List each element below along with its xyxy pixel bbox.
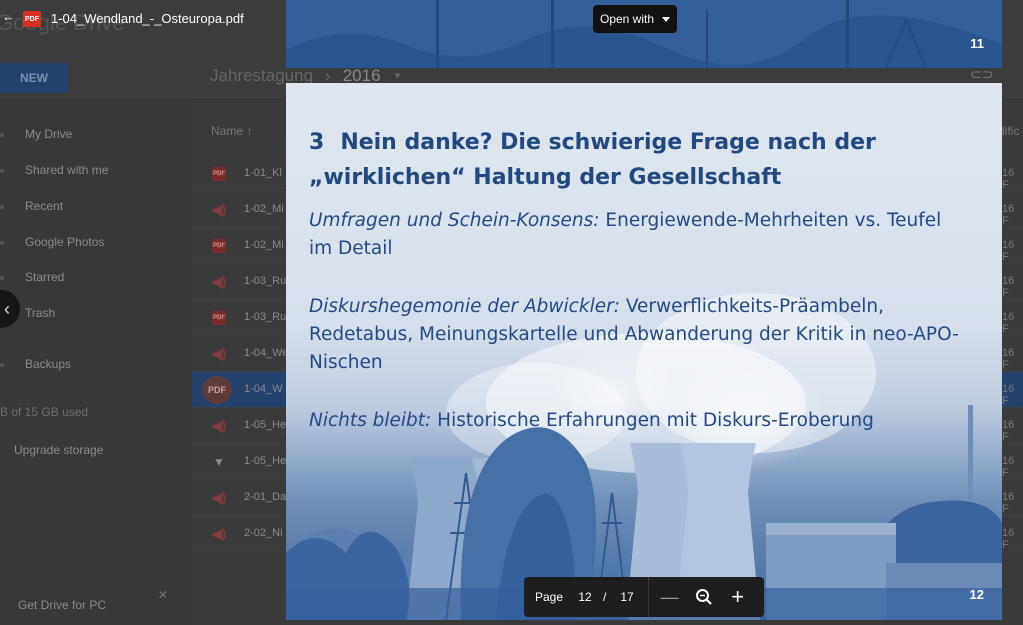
sidebar-item-recent[interactable]: Recent xyxy=(25,199,63,213)
open-with-label: Open with xyxy=(599,12,655,26)
file-name: 1-02_Mi xyxy=(244,203,284,215)
file-modified: 16 F xyxy=(1002,239,1015,263)
file-name: 2-02_Ni xyxy=(244,527,283,539)
upgrade-storage-link[interactable]: Upgrade storage xyxy=(14,443,103,457)
file-name: 1-02_Mi xyxy=(244,239,284,251)
paragraph-lead: Nichts bleibt: xyxy=(309,410,432,431)
close-icon[interactable]: ✕ xyxy=(158,588,168,602)
link-icon[interactable]: ⊂⊃ xyxy=(970,66,993,83)
paragraph-lead: Diskurshegemonie der Abwickler: xyxy=(309,296,620,317)
sidebar-item-my-drive[interactable]: My Drive xyxy=(25,127,72,141)
zoom-out-button[interactable]: — xyxy=(653,577,687,617)
page-toolbar: Page 12 / 17 — + xyxy=(524,577,764,617)
slide-text-content: 3 Nein danke? Die schwierige Frage nach d… xyxy=(309,125,969,465)
open-with-button[interactable]: Open with xyxy=(593,5,677,33)
file-modified: 16 F xyxy=(1002,167,1015,191)
sidebar-item-photos[interactable]: Google Photos xyxy=(25,235,104,249)
audio-file-icon: ◀) xyxy=(211,202,227,217)
file-modified: 16 F xyxy=(1002,311,1015,335)
arrow-up-icon: ↑ xyxy=(246,124,253,138)
page-label: Page xyxy=(535,590,564,604)
star-icon xyxy=(0,276,4,280)
slide-paragraph-1: Umfragen und Schein-Konsens: Energiewend… xyxy=(309,207,969,263)
file-name: 1-05_He xyxy=(244,455,287,467)
file-modified: 16 F xyxy=(1002,383,1015,407)
current-page-input[interactable]: 12 xyxy=(577,590,593,604)
slide-heading: 3 Nein danke? Die schwierige Frage nach d… xyxy=(309,125,969,195)
file-name: 1-04_We xyxy=(244,347,289,359)
drive-sidebar: My Drive Shared with me Recent Google Ph… xyxy=(0,100,192,625)
zoom-in-button[interactable]: + xyxy=(721,577,755,617)
file-name: 1-03_Ru xyxy=(244,275,287,287)
photos-icon xyxy=(0,241,4,245)
slide-paragraph-2: Diskurshegemonie der Abwickler: Verwerfl… xyxy=(309,293,969,377)
paragraph-text: Historische Erfahrungen mit Diskurs-Erob… xyxy=(431,410,874,431)
pdf-file-icon: PDF xyxy=(212,239,226,253)
audio-file-icon: ◀) xyxy=(211,274,227,289)
audio-file-icon: ◀) xyxy=(211,490,227,505)
new-button[interactable]: NEW xyxy=(0,63,68,93)
caret-down-icon[interactable]: ▼ xyxy=(393,71,403,82)
backup-icon xyxy=(0,363,4,367)
zoom-reset-button[interactable] xyxy=(687,577,721,617)
file-name: 1-01_Kl xyxy=(244,167,282,179)
my-drive-icon xyxy=(0,133,4,137)
file-modified: 16 F xyxy=(1002,455,1015,479)
slide-number: 11 xyxy=(970,36,984,51)
viewer-file-name: 1-04_Wendland_-_Osteuropa.pdf xyxy=(51,11,244,26)
caret-down-icon xyxy=(662,16,671,22)
audio-file-icon: ◀) xyxy=(211,418,227,433)
file-modified: 16 F xyxy=(1002,347,1015,371)
slide-heading-line1: Nein danke? Die schwierige Frage nach de… xyxy=(340,130,876,155)
name-column-header[interactable]: Name ↑ xyxy=(211,124,252,138)
toolbar-divider xyxy=(647,577,649,617)
sidebar-item-starred[interactable]: Starred xyxy=(25,270,64,284)
audio-file-icon: ◀) xyxy=(211,526,227,541)
file-modified: 16 F xyxy=(1002,203,1015,227)
back-arrow-icon[interactable]: ← xyxy=(2,9,15,24)
minus-icon: — xyxy=(660,586,679,607)
pdf-file-icon: PDF xyxy=(202,376,232,404)
file-name: 2-01_Da xyxy=(244,491,287,503)
slide-number: 12 xyxy=(969,587,984,602)
slide-12: 3 Nein danke? Die schwierige Frage nach d… xyxy=(286,83,1002,620)
recent-icon xyxy=(0,205,4,209)
file-name: 1-03_Ru xyxy=(244,311,287,323)
file-modified: 16 F xyxy=(1002,527,1015,551)
file-name: 1-04_W xyxy=(244,383,283,395)
archive-file-icon: ▼ xyxy=(213,455,225,469)
page-separator: / xyxy=(603,590,607,604)
get-drive-link[interactable]: Get Drive for PC xyxy=(18,598,106,612)
sidebar-item-backups[interactable]: Backups xyxy=(25,357,71,371)
audio-file-icon: ◀) xyxy=(211,346,227,361)
file-modified: 16 F xyxy=(1002,491,1015,515)
pdf-file-icon: PDF xyxy=(23,11,41,27)
file-modified: 16 F xyxy=(1002,275,1015,299)
slide-paragraph-3: Nichts bleibt: Historische Erfahrungen m… xyxy=(309,407,969,435)
pdf-file-icon: PDF xyxy=(212,167,226,181)
sidebar-item-shared[interactable]: Shared with me xyxy=(25,163,108,177)
total-pages: 17 xyxy=(620,590,634,604)
slide-heading-line2: „wirklichen“ Haltung der Gesellschaft xyxy=(309,165,782,190)
paragraph-lead: Umfragen und Schein-Konsens: xyxy=(309,210,600,231)
slide-heading-number: 3 xyxy=(309,130,325,155)
plus-icon: + xyxy=(731,584,745,609)
pdf-file-icon: PDF xyxy=(212,311,226,325)
chevron-left-icon: ‹ xyxy=(4,298,10,319)
sidebar-item-trash[interactable]: Trash xyxy=(25,306,55,320)
storage-usage: B of 15 GB used xyxy=(0,405,89,419)
shared-icon xyxy=(0,169,4,173)
file-name: 1-05_He xyxy=(244,419,287,431)
magnifier-icon xyxy=(695,589,712,605)
file-modified: 16 F xyxy=(1002,419,1015,443)
